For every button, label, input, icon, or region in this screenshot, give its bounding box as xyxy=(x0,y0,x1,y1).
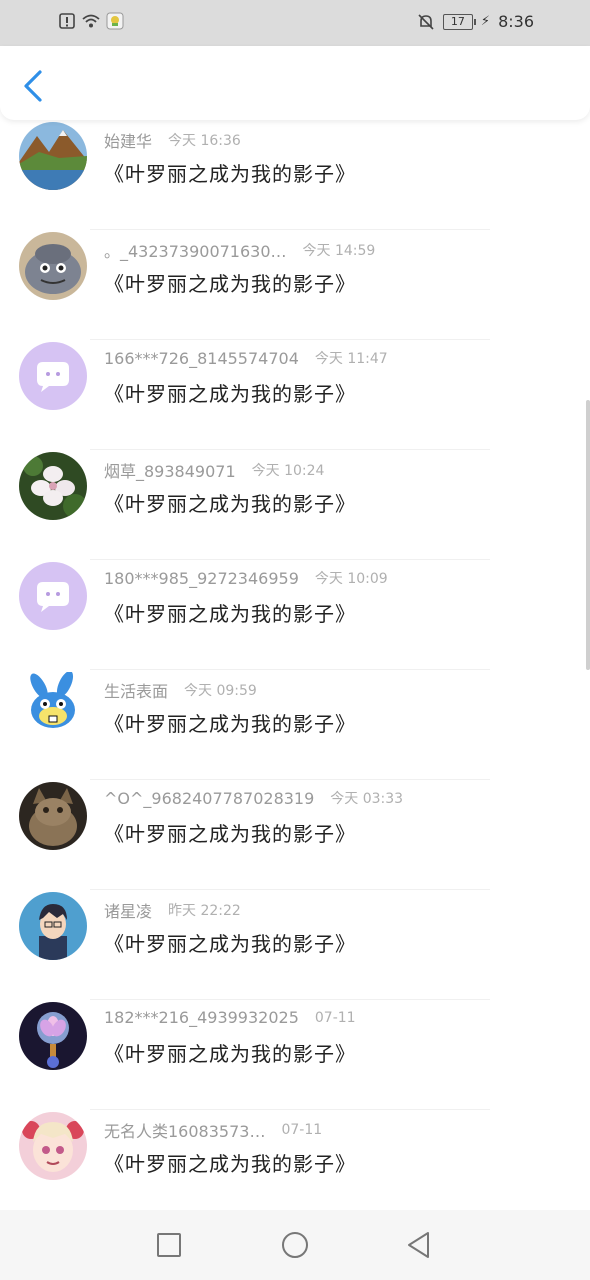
avatar[interactable] xyxy=(19,342,87,410)
book-title: 《叶罗丽之成为我的影子》 xyxy=(104,712,356,736)
avatar[interactable] xyxy=(19,1002,87,1070)
avatar[interactable] xyxy=(19,782,87,850)
top-header xyxy=(0,46,590,120)
square-icon[interactable] xyxy=(154,1230,184,1260)
mute-bell-icon xyxy=(418,13,434,30)
circle-icon[interactable] xyxy=(280,1230,310,1260)
book-title: 《叶罗丽之成为我的影子》 xyxy=(104,602,356,626)
list-item[interactable]: 无名人类16083573… 07-11 《叶罗丽之成为我的影子》 xyxy=(0,1110,590,1210)
book-title: 《叶罗丽之成为我的影子》 xyxy=(104,1042,356,1066)
triangle-back-icon[interactable] xyxy=(404,1230,434,1260)
clock: 8:36 xyxy=(498,12,534,31)
avatar[interactable] xyxy=(19,452,87,520)
timestamp: 今天 10:24 xyxy=(251,463,325,479)
user-name: 166***726_8145574704 xyxy=(104,348,299,368)
chevron-left-icon[interactable] xyxy=(18,68,48,104)
user-name: 无名人类16083573… xyxy=(104,1122,266,1141)
user-name: ^O^_9682407787028319 xyxy=(104,788,315,808)
user-name: 。_43237390071630… xyxy=(104,242,287,261)
timestamp: 今天 10:09 xyxy=(314,571,388,587)
timestamp: 今天 16:36 xyxy=(168,133,241,149)
avatar[interactable] xyxy=(19,1112,87,1180)
avatar[interactable] xyxy=(19,672,87,740)
user-name: 生活表面 xyxy=(104,682,169,701)
book-title: 《叶罗丽之成为我的影子》 xyxy=(104,382,356,406)
charging-icon: ⚡ xyxy=(480,14,491,29)
book-title: 《叶罗丽之成为我的影子》 xyxy=(104,272,356,296)
list-item[interactable]: 180***985_9272346959 今天 10:09 《叶罗丽之成为我的影… xyxy=(0,560,590,670)
list-item[interactable]: 烟草_893849071 今天 10:24 《叶罗丽之成为我的影子》 xyxy=(0,450,590,560)
wifi-icon xyxy=(82,14,100,28)
system-nav-bar xyxy=(0,1210,590,1280)
list-item[interactable]: 166***726_8145574704 今天 11:47 《叶罗丽之成为我的影… xyxy=(0,340,590,450)
timestamp: 07-11 xyxy=(314,1009,356,1026)
timestamp: 今天 14:59 xyxy=(302,243,376,259)
list-item[interactable]: 始建华 今天 16:36 《叶罗丽之成为我的影子》 xyxy=(0,120,590,230)
book-title: 《叶罗丽之成为我的影子》 xyxy=(104,492,356,516)
user-name: 诸星凌 xyxy=(104,902,153,921)
user-name: 烟草_893849071 xyxy=(104,462,236,481)
timestamp: 今天 09:59 xyxy=(184,683,257,699)
user-name: 182***216_4939932025 xyxy=(104,1008,299,1027)
avatar[interactable] xyxy=(19,122,87,190)
user-name: 180***985_9272346959 xyxy=(104,568,299,588)
list-item[interactable]: 诸星凌 昨天 22:22 《叶罗丽之成为我的影子》 xyxy=(0,890,590,1000)
book-title: 《叶罗丽之成为我的影子》 xyxy=(104,932,356,956)
reader-list: 始建华 今天 16:36 《叶罗丽之成为我的影子》 。_432373900716… xyxy=(0,120,590,1210)
timestamp: 今天 11:47 xyxy=(314,351,388,367)
book-title: 《叶罗丽之成为我的影子》 xyxy=(104,162,356,186)
timestamp: 昨天 22:22 xyxy=(168,903,241,919)
app-notification-icon xyxy=(106,12,124,30)
book-title: 《叶罗丽之成为我的影子》 xyxy=(104,822,356,846)
timestamp: 今天 03:33 xyxy=(330,791,404,807)
scrollbar[interactable] xyxy=(586,400,590,670)
book-title: 《叶罗丽之成为我的影子》 xyxy=(104,1152,356,1176)
list-item[interactable]: 生活表面 今天 09:59 《叶罗丽之成为我的影子》 xyxy=(0,670,590,780)
avatar[interactable] xyxy=(19,232,87,300)
user-name: 始建华 xyxy=(104,132,153,151)
avatar[interactable] xyxy=(19,562,87,630)
status-bar: 17 ⚡ 8:36 xyxy=(0,0,590,46)
list-item[interactable]: ^O^_9682407787028319 今天 03:33 《叶罗丽之成为我的影… xyxy=(0,780,590,890)
battery-indicator: 17 xyxy=(442,13,476,30)
list-item[interactable]: 182***216_4939932025 07-11 《叶罗丽之成为我的影子》 xyxy=(0,1000,590,1110)
list-item[interactable]: 。_43237390071630… 今天 14:59 《叶罗丽之成为我的影子》 xyxy=(0,230,590,340)
avatar[interactable] xyxy=(19,892,87,960)
alert-icon xyxy=(59,13,75,29)
timestamp: 07-11 xyxy=(281,1122,323,1138)
